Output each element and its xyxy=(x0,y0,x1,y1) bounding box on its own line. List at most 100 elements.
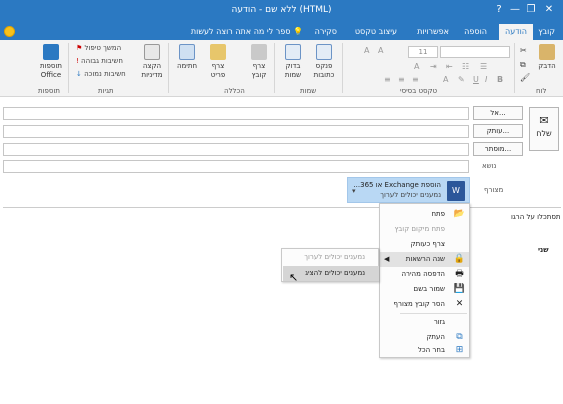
bcc-field[interactable] xyxy=(3,143,469,156)
open-folder-icon: 📂 xyxy=(453,209,465,219)
to-button[interactable]: אל... xyxy=(473,106,523,120)
grow-font-icon[interactable]: A xyxy=(378,46,383,55)
attach-file-button[interactable]: צרף קובץ xyxy=(246,44,272,80)
menu-item-quick-print[interactable]: 🖶 הדפסה מהירה xyxy=(380,267,469,282)
align-center-icon[interactable]: ≡ xyxy=(398,75,405,84)
attached-label: מצורף xyxy=(484,186,504,194)
check-names-button[interactable]: בדוק שמות xyxy=(278,44,308,80)
shrink-font-icon[interactable]: A xyxy=(364,46,369,55)
attach-item-button[interactable]: צרף פריט xyxy=(204,44,232,80)
tell-me-box[interactable]: 💡 ספר לי מה אתה רוצה לעשות xyxy=(191,24,303,40)
folder-location-icon xyxy=(454,224,465,235)
menu-item-select-all[interactable]: ⊞ בחר הכל xyxy=(380,343,469,358)
office-addins-button[interactable]: תוספות Office xyxy=(36,44,66,80)
chevron-down-icon[interactable]: ▾ xyxy=(352,187,356,195)
cc-button[interactable]: עותק... xyxy=(473,124,523,138)
subject-field[interactable] xyxy=(3,160,469,173)
align-left-icon[interactable]: ≡ xyxy=(412,75,419,84)
tab-review[interactable]: סקירה xyxy=(309,24,343,40)
tags-group-label: תגיות xyxy=(98,87,114,95)
signature-button[interactable]: חתימה xyxy=(172,44,202,71)
cut-icon xyxy=(454,317,465,328)
high-importance-button[interactable]: ! חשיבות גבוהה xyxy=(76,57,123,65)
clear-formatting-icon[interactable]: A xyxy=(414,62,419,71)
ribbon-separator xyxy=(342,43,343,93)
remove-x-icon: ✕ xyxy=(455,299,464,309)
message-body[interactable]: תסתכלו על הרגו שני xyxy=(3,207,561,402)
submenu-item-recipients-can-edit[interactable]: נמענים יכולים לערוך xyxy=(283,250,379,265)
tab-file[interactable]: קובץ xyxy=(532,24,561,40)
basic-text-group-label: טקסט בסיסי xyxy=(400,87,438,95)
cc-field[interactable] xyxy=(3,125,469,138)
tab-options[interactable]: אפשרויות xyxy=(411,24,455,40)
increase-indent-icon[interactable]: ⇥ xyxy=(430,62,437,71)
save-icon: 💾 xyxy=(453,284,465,294)
restore-button[interactable]: ❐ xyxy=(523,3,539,17)
tab-message[interactable]: הודעה xyxy=(498,24,533,40)
low-importance-button[interactable]: ↓ חשיבות נמוכה xyxy=(76,70,126,78)
menu-item-open[interactable]: 📂 פתח xyxy=(380,207,469,222)
include-group-label: הכללה xyxy=(224,87,245,95)
copy-icon[interactable]: ⧉ xyxy=(520,60,526,70)
cut-icon[interactable]: ✂ xyxy=(520,46,527,55)
assign-policy-button[interactable]: הקצה מדיניות xyxy=(138,44,166,80)
window-title: ללא שם - הודעה (HTML) xyxy=(231,5,332,15)
bullets-icon[interactable]: ☰ xyxy=(480,62,487,71)
attach-copy-icon xyxy=(454,239,465,250)
ribbon-separator xyxy=(168,43,169,93)
menu-item-cut[interactable]: גזור xyxy=(380,315,469,330)
format-painter-icon[interactable]: 🖌 xyxy=(520,73,530,82)
copy-icon: ⧉ xyxy=(456,332,463,342)
attachment-context-menu: 📂 פתח פתח מיקום קובץ צרף כעותק 🔒 שנה הרש… xyxy=(379,203,470,358)
select-all-icon: ⊞ xyxy=(455,345,464,355)
menu-item-save-as[interactable]: 💾 שמור בשם xyxy=(380,282,469,297)
tab-format-text[interactable]: עיצוב טקסט xyxy=(349,24,403,40)
title-bar: ללא שם - הודעה (HTML) ? — ❐ ✕ xyxy=(0,0,563,22)
font-color-icon[interactable]: A xyxy=(443,75,448,84)
menu-item-attach-as-copy[interactable]: צרף כעותק xyxy=(380,237,469,252)
check-names-icon xyxy=(285,44,301,60)
decrease-indent-icon[interactable]: ⇤ xyxy=(446,62,453,71)
tab-insert[interactable]: הוספה xyxy=(458,24,493,40)
paperclip-icon xyxy=(251,44,267,60)
help-button[interactable]: ? xyxy=(491,3,507,17)
ribbon-separator xyxy=(274,43,275,93)
mouse-pointer-icon: ↖ xyxy=(289,271,299,284)
attachment-chip[interactable]: W הוספת Exchange או 365... נמענים יכולים… xyxy=(347,177,470,203)
names-group-label: שמות xyxy=(300,87,317,95)
follow-up-button[interactable]: ⚑ המשך טיפול xyxy=(76,44,121,52)
bcc-button[interactable]: מוסתר... xyxy=(473,142,523,156)
menu-separator xyxy=(400,313,467,314)
numbering-icon[interactable]: ☷ xyxy=(462,62,469,71)
menu-item-change-permissions[interactable]: 🔒 שנה הרשאות ◀ xyxy=(380,252,469,267)
menu-item-remove-attachment[interactable]: ✕ הסר קובץ מצורף xyxy=(380,297,469,312)
font-size-combo[interactable]: 11 xyxy=(408,46,438,58)
policy-icon xyxy=(144,44,160,60)
send-envelope-icon: ✉ xyxy=(539,114,549,127)
subject-label: נושא xyxy=(482,162,497,170)
exclamation-icon: ! xyxy=(76,57,79,65)
clipboard-group-label: לוח xyxy=(536,87,547,95)
font-name-combo[interactable] xyxy=(440,46,510,58)
smiley-feedback-icon[interactable] xyxy=(4,26,15,37)
paste-button[interactable]: הדבק xyxy=(534,44,560,71)
underline-icon[interactable]: U xyxy=(473,75,479,84)
permissions-icon: 🔒 xyxy=(453,254,465,264)
ribbon-separator xyxy=(68,43,69,93)
address-book-button[interactable]: פנקס כתובות xyxy=(308,44,340,80)
bold-icon[interactable]: B xyxy=(497,75,503,84)
close-button[interactable]: ✕ xyxy=(541,3,557,17)
menu-item-open-file-location[interactable]: פתח מיקום קובץ xyxy=(380,222,469,237)
italic-icon[interactable]: I xyxy=(485,75,487,84)
align-right-icon[interactable]: ≡ xyxy=(384,75,391,84)
to-field[interactable] xyxy=(3,107,469,120)
office-addins-icon xyxy=(43,44,59,60)
signature-icon xyxy=(179,44,195,60)
flag-icon: ⚑ xyxy=(76,44,83,52)
attachment-name: הוספת Exchange או 365... xyxy=(353,181,441,189)
clipboard-icon xyxy=(539,44,555,60)
highlight-icon[interactable]: ✎ xyxy=(458,75,465,84)
send-button[interactable]: ✉ שלח xyxy=(529,107,559,151)
minimize-button[interactable]: — xyxy=(507,3,523,17)
ribbon: הדבק ✂ ⧉ 🖌 לוח 11 A A ☰ ☷ ⇤ ⇥ A B I U ✎ … xyxy=(0,40,563,97)
